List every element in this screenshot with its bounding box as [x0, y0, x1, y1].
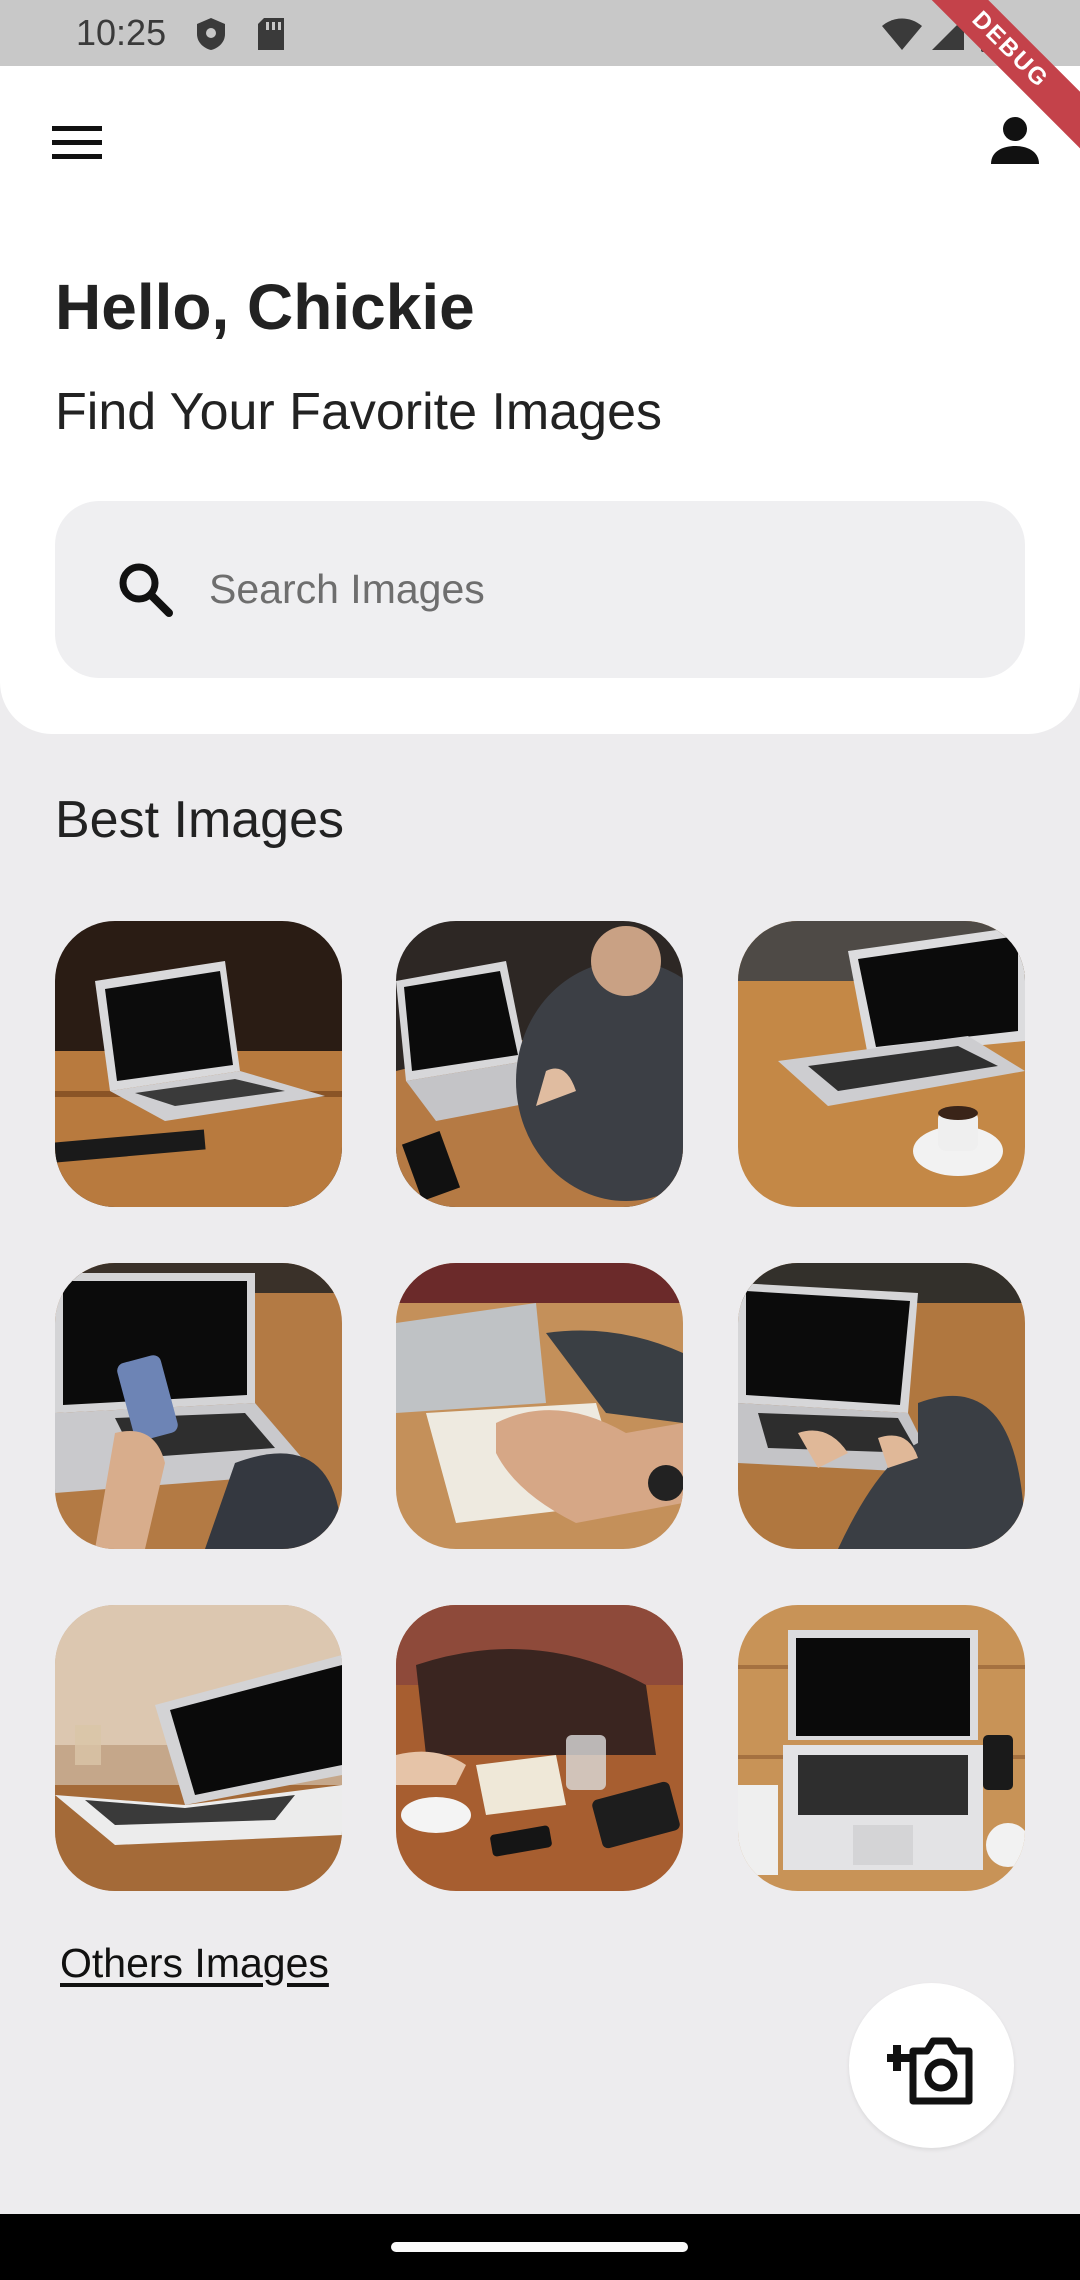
menu-button[interactable] — [44, 112, 110, 172]
person-icon — [991, 117, 1039, 164]
image-tile-laptop-on-desk-light[interactable] — [55, 1605, 342, 1891]
image-person-typing-laptop — [396, 921, 683, 1207]
search-input[interactable] — [209, 549, 969, 629]
section-title-best-images: Best Images — [55, 791, 345, 849]
home-gesture-handle[interactable] — [391, 2242, 688, 2252]
system-nav-bar — [0, 2214, 1080, 2280]
image-laptop-on-desk-light — [55, 1605, 342, 1891]
image-person-typing-laptop-2 — [738, 1263, 1025, 1549]
profile-button[interactable] — [985, 112, 1045, 172]
image-tile-person-typing-laptop[interactable] — [396, 921, 683, 1207]
image-laptop-on-table — [55, 921, 342, 1207]
add-a-photo-icon — [887, 2037, 973, 2105]
add-photo-button[interactable] — [849, 1983, 1014, 2148]
image-meeting-table-bag — [396, 1605, 683, 1891]
status-bar: 10:25 — [0, 0, 1080, 66]
status-time: 10:25 — [76, 12, 167, 53]
image-tile-laptop-on-table[interactable] — [55, 921, 342, 1207]
sd-card-icon — [258, 18, 284, 50]
image-tile-person-typing-laptop-2[interactable] — [738, 1263, 1025, 1549]
image-tile-meeting-table-bag[interactable] — [396, 1605, 683, 1891]
image-hands-phone-laptop — [55, 1263, 342, 1549]
menu-icon — [52, 126, 102, 159]
greeting-title: Hello, Chickie — [55, 271, 475, 343]
image-laptop-with-coffee — [738, 921, 1025, 1207]
search-bar[interactable] — [55, 501, 1025, 678]
image-tile-hands-phone-laptop[interactable] — [55, 1263, 342, 1549]
image-tile-hands-writing-notebook[interactable] — [396, 1263, 683, 1549]
page-subtitle: Find Your Favorite Images — [55, 383, 662, 441]
others-images-link[interactable]: Others Images — [60, 1940, 329, 1987]
wifi-icon — [882, 18, 922, 50]
search-icon — [119, 563, 173, 617]
shield-status-icon — [197, 18, 225, 50]
image-laptop-top-view — [738, 1605, 1025, 1891]
image-tile-laptop-top-view[interactable] — [738, 1605, 1025, 1891]
image-hands-writing-notebook — [396, 1263, 683, 1549]
image-tile-laptop-with-coffee[interactable] — [738, 921, 1025, 1207]
